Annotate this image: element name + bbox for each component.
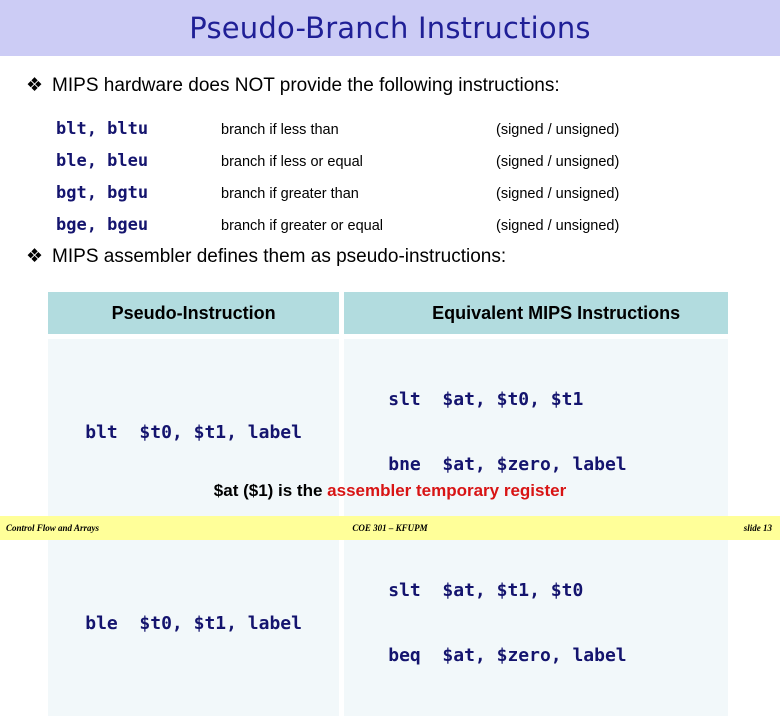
table-header-row: Pseudo-Instruction Equivalent MIPS Instr… bbox=[48, 292, 728, 334]
unsupported-instruction-list: blt, bltu branch if less than (signed / … bbox=[56, 119, 746, 247]
bullet-label-hardware: MIPS hardware does NOT provide the follo… bbox=[52, 75, 560, 96]
footer-slide-number: slide 13 bbox=[743, 523, 772, 533]
list-item: bge, bgeu branch if greater or equal (si… bbox=[56, 215, 746, 247]
diamond-bullet-icon: ❖ bbox=[26, 74, 44, 96]
diamond-bullet-icon: ❖ bbox=[26, 245, 44, 267]
instruction-mnemonics: blt, bltu bbox=[56, 119, 149, 139]
instruction-description: branch if greater or equal bbox=[221, 218, 384, 234]
list-item: ble, bleu branch if less or equal (signe… bbox=[56, 151, 746, 183]
at-register-footnote: $at ($1) is the assembler temporary regi… bbox=[0, 481, 780, 501]
instruction-description: branch if less than bbox=[221, 122, 339, 138]
footer-course-code: COE 301 – KFUPM bbox=[352, 523, 428, 533]
pseudo-instruction-table: Pseudo-Instruction Equivalent MIPS Instr… bbox=[43, 287, 733, 721]
equivalent-code-line: beq $at, $zero, label bbox=[388, 645, 627, 667]
table-row: ble $t0, $t1, label slt $at, $t1, $t0 be… bbox=[48, 530, 728, 717]
instruction-description: branch if greater than bbox=[221, 186, 359, 202]
instruction-mnemonics: ble, bleu bbox=[56, 151, 149, 171]
bullet-label-assembler: MIPS assembler defines them as pseudo-in… bbox=[52, 246, 507, 267]
cell-pseudo-instruction: ble $t0, $t1, label bbox=[48, 530, 340, 717]
column-header-equivalent-mips: Equivalent MIPS Instructions bbox=[344, 292, 728, 334]
instruction-signedness: (signed / unsigned) bbox=[496, 122, 620, 138]
instruction-signedness: (signed / unsigned) bbox=[496, 186, 620, 202]
instruction-signedness: (signed / unsigned) bbox=[496, 154, 620, 170]
list-item: bgt, bgtu branch if greater than (signed… bbox=[56, 183, 746, 215]
footnote-prefix: $at ($1) is the bbox=[213, 481, 328, 500]
equivalent-code-line: slt $at, $t0, $t1 bbox=[388, 389, 584, 410]
instruction-mnemonics: bgt, bgtu bbox=[56, 183, 149, 203]
cell-equivalent-instructions: slt $at, $t1, $t0 beq $at, $zero, label bbox=[344, 530, 728, 717]
bullet-item-assembler: ❖ MIPS assembler defines them as pseudo-… bbox=[26, 246, 506, 268]
page-title: Pseudo-Branch Instructions bbox=[189, 11, 591, 45]
slide-header-band: Pseudo-Branch Instructions bbox=[0, 0, 780, 56]
equivalent-code-line: slt $at, $t1, $t0 bbox=[388, 580, 584, 602]
instruction-mnemonics: bge, bgeu bbox=[56, 215, 149, 235]
slide-footer-band: Control Flow and Arrays COE 301 – KFUPM … bbox=[0, 516, 780, 540]
bullet-item-hardware: ❖ MIPS hardware does NOT provide the fol… bbox=[26, 75, 560, 97]
equivalent-code-line: bne $at, $zero, label bbox=[388, 454, 627, 476]
instruction-description: branch if less or equal bbox=[221, 154, 363, 170]
list-item: blt, bltu branch if less than (signed / … bbox=[56, 119, 746, 151]
footnote-accent-text: assembler temporary register bbox=[327, 481, 567, 500]
instruction-signedness: (signed / unsigned) bbox=[496, 218, 620, 234]
column-header-pseudo-instruction: Pseudo-Instruction bbox=[48, 292, 340, 334]
